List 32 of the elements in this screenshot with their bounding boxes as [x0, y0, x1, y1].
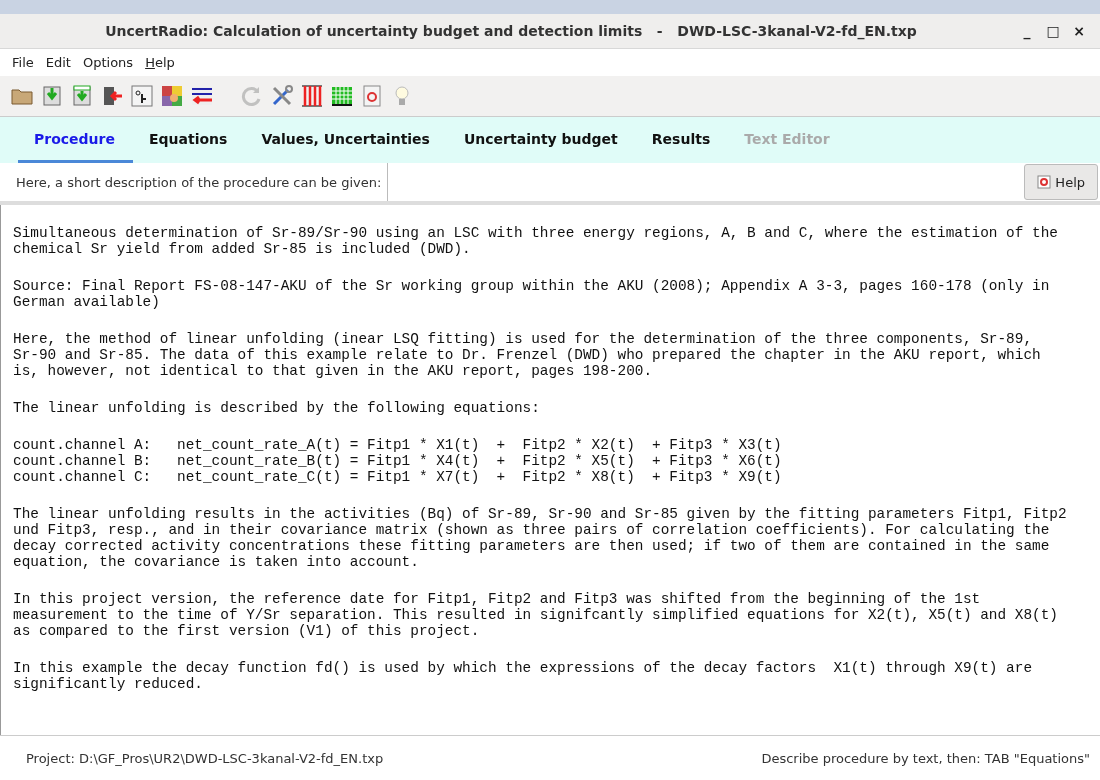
window-title: UncertRadio: Calculation of uncertainty budget and detection limits - DWD-LSC-3kanal-V2-fd_EN.txp: [104, 23, 918, 39]
table-grid-icon[interactable]: [330, 84, 354, 108]
tab[interactable]: Results: [635, 117, 729, 163]
color-palette-icon[interactable]: [160, 84, 184, 108]
menu-item[interactable]: Help: [139, 53, 181, 72]
paragraph: Source: Final Report FS-08-147-AKU of the Sr working group within the AKU (2008); Appendix A 3-3, pages 160-178 (only in German available): [13, 278, 1051, 310]
help-button[interactable]: Help: [1024, 164, 1098, 200]
menu-item[interactable]: Options: [76, 53, 140, 72]
text-area[interactable]: [0, 205, 1100, 735]
menu-item[interactable]: Edit: [39, 53, 77, 72]
paragraph: Here, the method of linear unfolding (inear LSQ fitting) is used for the determination of the three components, Sr-89, Sr-90 and Sr-85. The data of this example relate to Dr. Frenzel (DWD) who prepared the chapter in the AKU report, which is, however, not identical to that given in the AKU report, pages 198-200.: [13, 331, 1042, 379]
columns-icon[interactable]: [300, 84, 324, 108]
save-as-icon[interactable]: [70, 84, 94, 108]
paragraph: The linear unfolding is described by the following equations:: [13, 400, 541, 416]
help-icon[interactable]: [360, 84, 384, 108]
tools-icon[interactable]: [270, 84, 294, 108]
project-path: Project: D:\GF_Pros\UR2\DWD-LSC-3kanal-V2-fd_EN.txp: [26, 750, 384, 766]
tab[interactable]: Equations: [132, 117, 246, 163]
tab[interactable]: Values, Uncertainties: [245, 117, 448, 163]
paragraph: In this example the decay function fd() is used by which the expressions of the decay factors X1(t) through X9(t) are significantly reduced.: [13, 660, 1034, 692]
minimize-button[interactable]: _: [1014, 23, 1040, 39]
maximize-button[interactable]: □: [1040, 23, 1066, 39]
paragraph: Simultaneous determination of Sr-89/Sr-90 using an LSC with three energy regions, A, B and C, where the estimation of the chemical Sr yield from added Sr-85 is included (DWD).: [13, 225, 1059, 257]
help-icon: [1037, 175, 1052, 189]
paragraph: In this project version, the reference date for Fitp1, Fitp2 and Fitp3 was shifted from the beginning of the 1st measurement to the time of Y/Sr separation. This resulted in signifcantly simplified equations for X2(t), X5(t) and X8(t) as compared to the first version (V1) of this project.: [13, 591, 1059, 639]
menu-item[interactable]: File: [6, 53, 40, 72]
status-hint: Describe procedure by text, then: TAB "Equations": [761, 750, 1090, 766]
tab[interactable]: Uncertainty budget: [447, 117, 636, 163]
save-icon[interactable]: [40, 84, 64, 108]
close-button[interactable]: ×: [1066, 23, 1092, 39]
paragraph: The linear unfolding results in the activities (Bq) of Sr-89, Sr-90 and Sr-85 given by the fitting parameters Fitp1, Fitp2 und Fitp3, resp., and in their covariance matrix (shown as three pairs of correlation coefficients). For calculating the decay corrected activity concentrations these fitting parameters are then used; if two of them are contained in the same equation, the covariance is taken into account.: [13, 506, 1068, 570]
paragraph: count.channel A: net_count_rate_A(t) = Fitp1 * X1(t) + Fitp2 * X2(t) + Fitp3 * X3(t) count.channel B: net_count_rate_B(t) = Fitp1 * X4(t) + Fitp2 * X5(t) + Fitp3 * X6(t) count.channel C: net_count_rate_C(t) = Fitp1 * X7(t) + Fitp2 * X8(t) + Fitp3 * X9(t): [13, 437, 783, 485]
